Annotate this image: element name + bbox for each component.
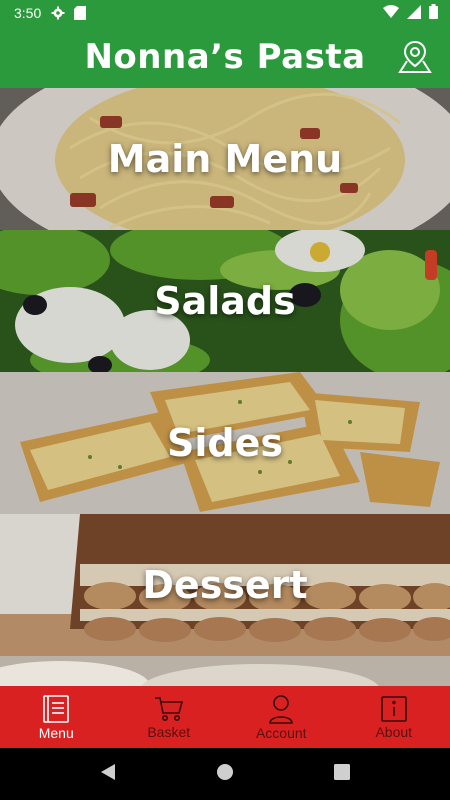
- back-icon[interactable]: [100, 763, 116, 785]
- category-main-menu[interactable]: Main Menu: [0, 88, 450, 230]
- nav-about[interactable]: About: [338, 686, 450, 748]
- bottom-nav: Menu Basket Account About: [0, 686, 450, 748]
- category-list[interactable]: Main Menu Salads Sides Dessert: [0, 88, 450, 686]
- system-nav-bar: [0, 748, 450, 800]
- map-location-icon: [398, 40, 432, 73]
- store-location-button[interactable]: [396, 38, 434, 76]
- category-label: Sides: [167, 421, 283, 465]
- category-sides[interactable]: Sides: [0, 372, 450, 514]
- nav-label: Menu: [38, 724, 74, 741]
- app-title: Nonna’s Pasta: [84, 37, 366, 77]
- category-label: Dessert: [142, 563, 308, 607]
- category-more-partial[interactable]: [0, 656, 450, 686]
- cart-icon: [154, 696, 183, 721]
- battery-icon: [429, 4, 438, 22]
- nav-label: Account: [255, 724, 307, 741]
- nav-label: About: [375, 723, 413, 740]
- nav-account[interactable]: Account: [225, 686, 338, 748]
- category-salads[interactable]: Salads: [0, 230, 450, 372]
- category-dessert[interactable]: Dessert: [0, 514, 450, 656]
- category-label: Main Menu: [107, 137, 343, 181]
- food-image-partial: [0, 656, 450, 686]
- signal-icon: [407, 4, 421, 22]
- nav-menu[interactable]: Menu: [0, 686, 113, 748]
- category-label: Salads: [154, 279, 296, 323]
- person-icon: [269, 694, 294, 724]
- home-icon[interactable]: [216, 763, 234, 785]
- status-bar: 3:50: [0, 0, 450, 26]
- info-icon: [380, 695, 407, 722]
- settings-icon: [51, 6, 65, 20]
- recents-icon[interactable]: [334, 764, 350, 784]
- menu-book-icon: [43, 694, 70, 723]
- nav-label: Basket: [147, 723, 191, 740]
- wifi-icon: [383, 5, 399, 21]
- sd-card-icon: [73, 6, 87, 20]
- app-header: Nonna’s Pasta: [0, 26, 450, 88]
- nav-basket[interactable]: Basket: [113, 686, 226, 748]
- status-time: 3:50: [14, 5, 42, 21]
